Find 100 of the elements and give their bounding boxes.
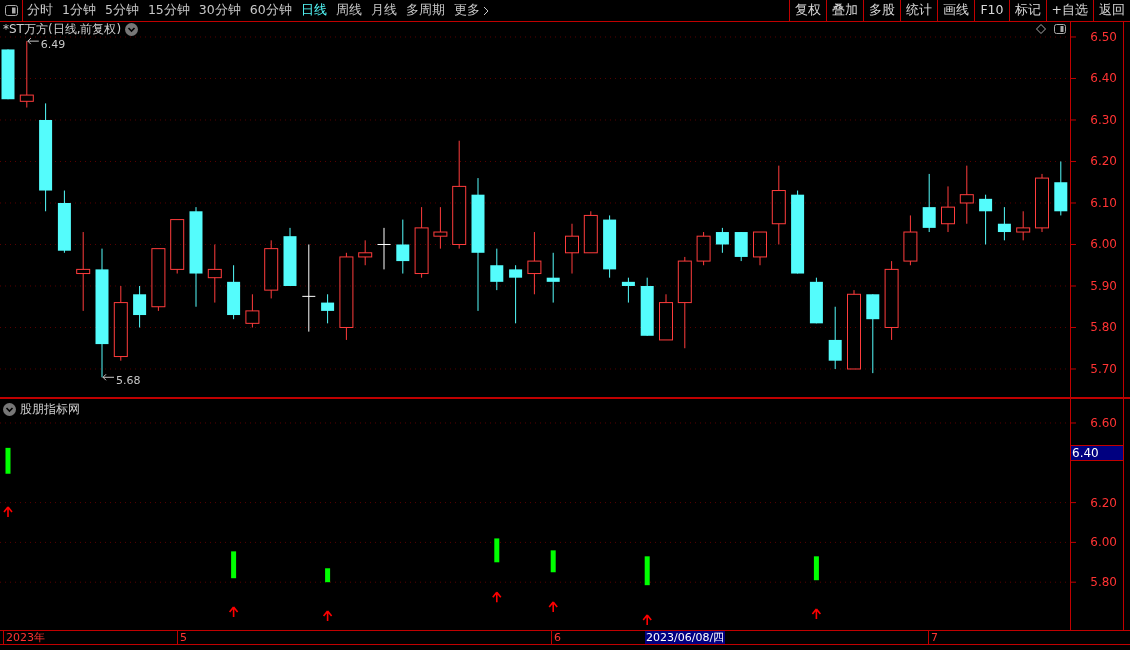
candlestick (621, 277, 635, 304)
candlestick (546, 252, 560, 304)
up-arrow-icon (3, 506, 13, 518)
candlestick (377, 227, 391, 270)
leader-line (27, 37, 40, 45)
signal-bar (813, 556, 819, 581)
candlestick (57, 190, 71, 254)
toolbar-button[interactable]: 叠加 (826, 0, 864, 21)
candlestick (321, 293, 335, 324)
candlestick (941, 185, 955, 233)
candlestick (659, 293, 673, 341)
up-arrow-icon (548, 601, 558, 613)
candlestick (734, 231, 748, 262)
candlestick (696, 231, 711, 266)
period-tab[interactable]: 60分钟 (249, 1, 292, 20)
candlestick (922, 173, 936, 233)
candlestick (133, 285, 147, 328)
candlestick (490, 248, 504, 291)
axis-label: 6.30 (1090, 113, 1117, 127)
candlestick (640, 277, 654, 337)
candlestick (1, 48, 15, 100)
up-arrow-icon (492, 591, 502, 603)
up-arrow-icon (642, 614, 652, 626)
candlestick (227, 264, 241, 320)
leader-line (102, 373, 115, 381)
date-label: 5 (177, 631, 187, 644)
candlestick (979, 194, 993, 245)
dropdown-icon[interactable] (125, 22, 139, 36)
period-tab[interactable]: 1分钟 (62, 1, 96, 20)
candlestick (1035, 173, 1049, 233)
candlestick (809, 277, 823, 324)
cursor-value: 6.40 (1071, 445, 1123, 461)
date-label: 2023年 (3, 631, 45, 644)
period-tab[interactable]: 分时 (27, 1, 53, 20)
toolbar-button[interactable]: 标记 (1008, 0, 1046, 21)
candlestick (283, 227, 297, 287)
indicator-title: 股朋指标网 (20, 401, 80, 418)
up-arrow-icon (811, 608, 822, 620)
price-annotation: 5.68 (116, 374, 141, 388)
candlestick (959, 165, 974, 225)
period-tab[interactable]: 月线 (370, 1, 397, 20)
axis-label: 6.50 (1090, 30, 1117, 44)
candlestick (170, 219, 185, 275)
axis-label: 6.00 (1090, 237, 1117, 252)
candlestick (1054, 161, 1068, 216)
up-arrow-icon (322, 610, 333, 622)
panel-toggle-icon[interactable] (1054, 24, 1066, 34)
period-tab[interactable]: 30分钟 (198, 1, 241, 20)
candlestick (903, 214, 918, 266)
candlestick (19, 40, 34, 109)
candlestick (245, 293, 260, 328)
chevron-right-icon (482, 5, 489, 16)
candlestick (715, 227, 729, 254)
toolbar-button[interactable]: 统计 (900, 0, 938, 21)
chart-title: *ST万方(日线,前复权) (3, 22, 122, 36)
cursor-date: 2023/06/08/四 (645, 631, 726, 644)
candlestick (997, 206, 1011, 241)
period-tab[interactable]: 日线 (300, 1, 327, 20)
signal-bar (644, 556, 650, 586)
period-tab[interactable]: 多周期 (405, 1, 445, 20)
candlestick (358, 239, 373, 266)
signal-bar (231, 551, 237, 579)
date-label: 6 (551, 631, 561, 644)
axis-label: 6.60 (1090, 416, 1117, 430)
candlestick (583, 210, 598, 254)
candlestick (565, 223, 579, 275)
dropdown-icon[interactable] (3, 402, 16, 416)
candlestick (527, 231, 542, 295)
signal-bar (325, 568, 331, 583)
period-tab[interactable]: 15分钟 (147, 1, 190, 20)
signal-bar (494, 538, 500, 563)
axis-label: 6.10 (1090, 196, 1117, 210)
candlestick (396, 219, 410, 275)
toolbar-button[interactable]: 返回 (1093, 0, 1130, 21)
candlestick (509, 264, 523, 324)
period-tab[interactable]: 5分钟 (104, 1, 139, 20)
candlestick (207, 244, 222, 304)
candlestick (603, 214, 617, 279)
axis-label: 5.90 (1090, 279, 1117, 293)
toolbar-button[interactable]: 复权 (789, 0, 827, 21)
candlestick (828, 306, 842, 370)
candlestick (1016, 210, 1031, 241)
period-tab[interactable]: 更多 (453, 1, 480, 20)
candlestick (264, 239, 279, 299)
axis-label: 5.80 (1090, 320, 1117, 335)
axis-label: 6.20 (1090, 154, 1117, 169)
period-tab[interactable]: 周线 (335, 1, 362, 20)
toolbar-button[interactable]: F10 (974, 0, 1009, 21)
up-arrow-icon (228, 606, 239, 618)
price-annotation: 6.49 (40, 38, 66, 52)
diamond-icon[interactable] (1036, 24, 1046, 34)
panel-toggle-icon[interactable] (4, 5, 18, 16)
axis-label: 6.20 (1090, 495, 1117, 510)
axis-label: 5.80 (1090, 575, 1117, 590)
toolbar-button[interactable]: +自选 (1045, 0, 1093, 21)
toolbar-button[interactable]: 多股 (863, 0, 901, 21)
candlestick (151, 248, 166, 312)
toolbar-button[interactable]: 画线 (937, 0, 975, 21)
axis-label: 5.70 (1090, 362, 1117, 376)
signal-bar (550, 550, 556, 573)
